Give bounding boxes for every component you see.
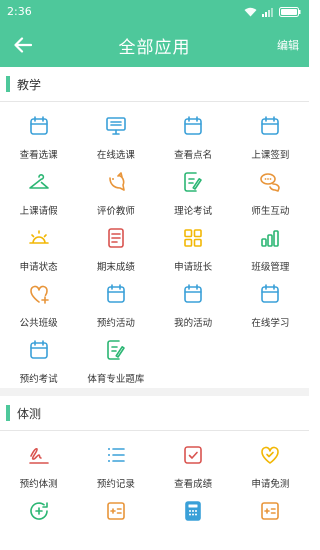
app-tile-label: 预约活动: [96, 318, 135, 329]
edit-button[interactable]: 编辑: [277, 37, 299, 53]
app-tile-label: 上课签到: [251, 150, 290, 161]
section-header-fitness-test: 体测: [0, 396, 309, 430]
app-tile[interactable]: 上课签到: [232, 108, 309, 164]
hanger-icon: [27, 164, 51, 198]
app-tile[interactable]: 查看点名: [155, 108, 232, 164]
app-tile[interactable]: [232, 493, 309, 549]
sun-icon: [27, 220, 51, 254]
app-tile[interactable]: 在线学习: [232, 276, 309, 332]
app-tile-label: 公共班级: [19, 318, 58, 329]
app-tile[interactable]: 申请状态: [0, 220, 77, 276]
app-tile[interactable]: 师生互动: [232, 164, 309, 220]
app-tile[interactable]: 在线选课: [77, 108, 154, 164]
app-tile[interactable]: 查看选课: [0, 108, 77, 164]
status-bar: 2:36: [0, 0, 309, 23]
document-icon: [104, 220, 128, 254]
check-box-icon: [181, 437, 205, 471]
arrow-left-icon: [14, 37, 32, 53]
heart-check-icon: [258, 437, 282, 471]
calendar-icon: [104, 276, 128, 310]
exam-pen-icon: [181, 164, 205, 198]
calculator-box-icon: [104, 493, 128, 527]
status-icons: [244, 6, 301, 17]
section-header-teaching: 教学: [0, 67, 309, 101]
app-tile[interactable]: 申请班长: [155, 220, 232, 276]
app-tile-label: 期末成绩: [96, 262, 135, 273]
calculator-box-icon: [258, 493, 282, 527]
app-tile-label: 预约考试: [19, 374, 58, 385]
monitor-icon: [104, 108, 128, 142]
page-title: 全部应用: [118, 37, 191, 58]
section-accent-bar: [6, 76, 10, 92]
wifi-icon: [244, 7, 257, 16]
app-tile-label: 在线学习: [251, 318, 290, 329]
list-icon: [104, 437, 128, 471]
app-tile[interactable]: 我的活动: [155, 276, 232, 332]
calendar-icon: [27, 108, 51, 142]
app-tile[interactable]: 班级管理: [232, 220, 309, 276]
app-tile-label: 预约记录: [96, 479, 135, 490]
section-title: 体测: [17, 406, 42, 421]
app-tile-label: 体育专业题库: [87, 374, 145, 385]
calendar-icon: [27, 332, 51, 366]
calendar-icon: [181, 276, 205, 310]
app-tile[interactable]: 查看成绩: [155, 437, 232, 493]
signature-icon: [27, 437, 51, 471]
app-tile[interactable]: 期末成绩: [77, 220, 154, 276]
app-tile-label: 申请免测: [251, 479, 290, 490]
app-tile-label: 理论考试: [174, 206, 213, 217]
app-grid-teaching: 查看选课 在线选课 查看点名 上课签到上课请假 评价教师 理论考试 师生互动申请状态 期末成绩…: [0, 102, 309, 388]
calculator-icon: [181, 493, 205, 527]
app-tile-label: 查看选课: [19, 150, 58, 161]
signal-icon: [262, 7, 273, 17]
bar-chart-icon: [258, 220, 282, 254]
section-title: 教学: [17, 77, 42, 92]
chat-bubbles-icon: [258, 164, 282, 198]
app-tile[interactable]: 公共班级: [0, 276, 77, 332]
app-tile[interactable]: 体育专业题库: [77, 332, 154, 388]
app-tile-label: 上课请假: [19, 206, 58, 217]
app-tile[interactable]: 理论考试: [155, 164, 232, 220]
status-time: 2:36: [7, 5, 32, 18]
app-tile[interactable]: 申请免测: [232, 437, 309, 493]
section-accent-bar: [6, 405, 10, 421]
app-tile-label: 在线选课: [96, 150, 135, 161]
bird-icon: [104, 164, 128, 198]
app-tile[interactable]: [0, 493, 77, 549]
app-tile[interactable]: [155, 493, 232, 549]
app-tile[interactable]: [77, 493, 154, 549]
refresh-plus-icon: [27, 493, 51, 527]
app-tile[interactable]: 预约体测: [0, 437, 77, 493]
exam-pen-icon: [104, 332, 128, 366]
battery-icon: [279, 6, 301, 17]
grid-squares-icon: [181, 220, 205, 254]
calendar-icon: [181, 108, 205, 142]
app-tile-label: 班级管理: [251, 262, 290, 273]
app-tile-label: 申请班长: [174, 262, 213, 273]
calendar-icon: [258, 276, 282, 310]
app-tile-label: 评价教师: [96, 206, 135, 217]
app-tile-label: 查看成绩: [174, 479, 213, 490]
back-button[interactable]: [12, 35, 34, 55]
section-gap: [0, 388, 309, 396]
app-tile-label: 师生互动: [251, 206, 290, 217]
app-tile-label: 查看点名: [174, 150, 213, 161]
app-tile-label: 预约体测: [19, 479, 58, 490]
app-tile-label: 申请状态: [19, 262, 58, 273]
app-tile[interactable]: 预约活动: [77, 276, 154, 332]
app-tile-label: 我的活动: [174, 318, 213, 329]
app-tile[interactable]: 预约考试: [0, 332, 77, 388]
calendar-icon: [258, 108, 282, 142]
app-tile[interactable]: 预约记录: [77, 437, 154, 493]
app-tile[interactable]: 上课请假: [0, 164, 77, 220]
app-grid-fitness-test: 预约体测 预约记录 查看成绩 申请免测: [0, 431, 309, 549]
app-bar: 全部应用 编辑: [0, 23, 309, 67]
app-tile[interactable]: 评价教师: [77, 164, 154, 220]
heart-plus-icon: [27, 276, 51, 310]
